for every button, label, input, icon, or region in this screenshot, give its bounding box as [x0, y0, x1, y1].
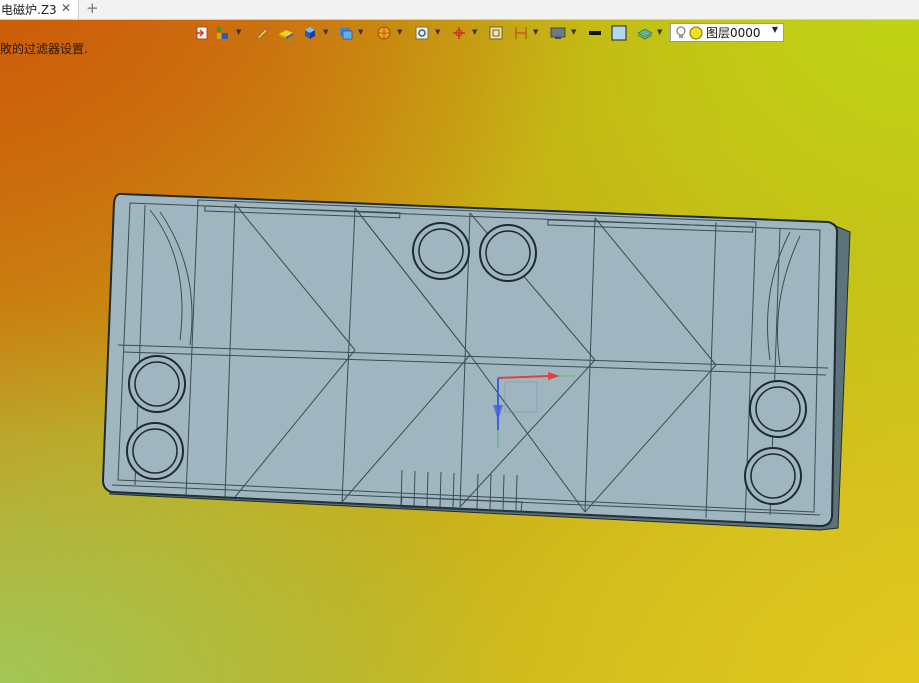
layer-color-icon[interactable] — [689, 26, 703, 40]
zoom-fit-icon[interactable] — [412, 24, 432, 42]
render-mode-icon[interactable] — [374, 24, 394, 42]
frame-icon[interactable] — [486, 24, 506, 42]
chevron-down-icon[interactable]: ▼ — [435, 26, 441, 38]
display-icon[interactable] — [548, 24, 568, 42]
status-hint-text: 敗的过滤器设置. — [0, 42, 88, 56]
chevron-down-icon[interactable]: ▼ — [323, 26, 329, 38]
triad-icon[interactable] — [449, 24, 469, 42]
pen-icon[interactable] — [252, 24, 272, 42]
layer-select[interactable]: 图层0000 ▼ — [670, 23, 784, 42]
3d-viewport[interactable] — [0, 0, 919, 683]
part-tray-body — [101, 192, 839, 528]
layer-name: 图层0000 — [706, 26, 761, 40]
chevron-down-icon[interactable]: ▼ — [236, 26, 242, 38]
chevron-down-icon[interactable]: ▼ — [472, 26, 478, 38]
cube-icon[interactable] — [300, 24, 320, 42]
section-icon[interactable] — [511, 24, 531, 42]
face-color-icon[interactable] — [609, 24, 629, 42]
layer-manager-icon[interactable] — [635, 24, 655, 42]
chevron-down-icon[interactable]: ▼ — [571, 26, 577, 38]
insert-component-icon[interactable] — [212, 24, 232, 42]
line-color-icon[interactable] — [585, 24, 605, 42]
solid-shape-icon[interactable] — [276, 24, 296, 42]
chevron-down-icon[interactable]: ▼ — [533, 26, 539, 38]
chevron-down-icon[interactable]: ▼ — [358, 26, 364, 38]
chevron-down-icon[interactable]: ▼ — [657, 26, 663, 38]
chevron-down-icon[interactable]: ▼ — [397, 26, 403, 38]
lightbulb-icon[interactable] — [676, 26, 686, 40]
exit-icon[interactable] — [192, 24, 212, 42]
chevron-down-icon[interactable]: ▼ — [772, 25, 778, 34]
views-icon[interactable] — [336, 24, 356, 42]
